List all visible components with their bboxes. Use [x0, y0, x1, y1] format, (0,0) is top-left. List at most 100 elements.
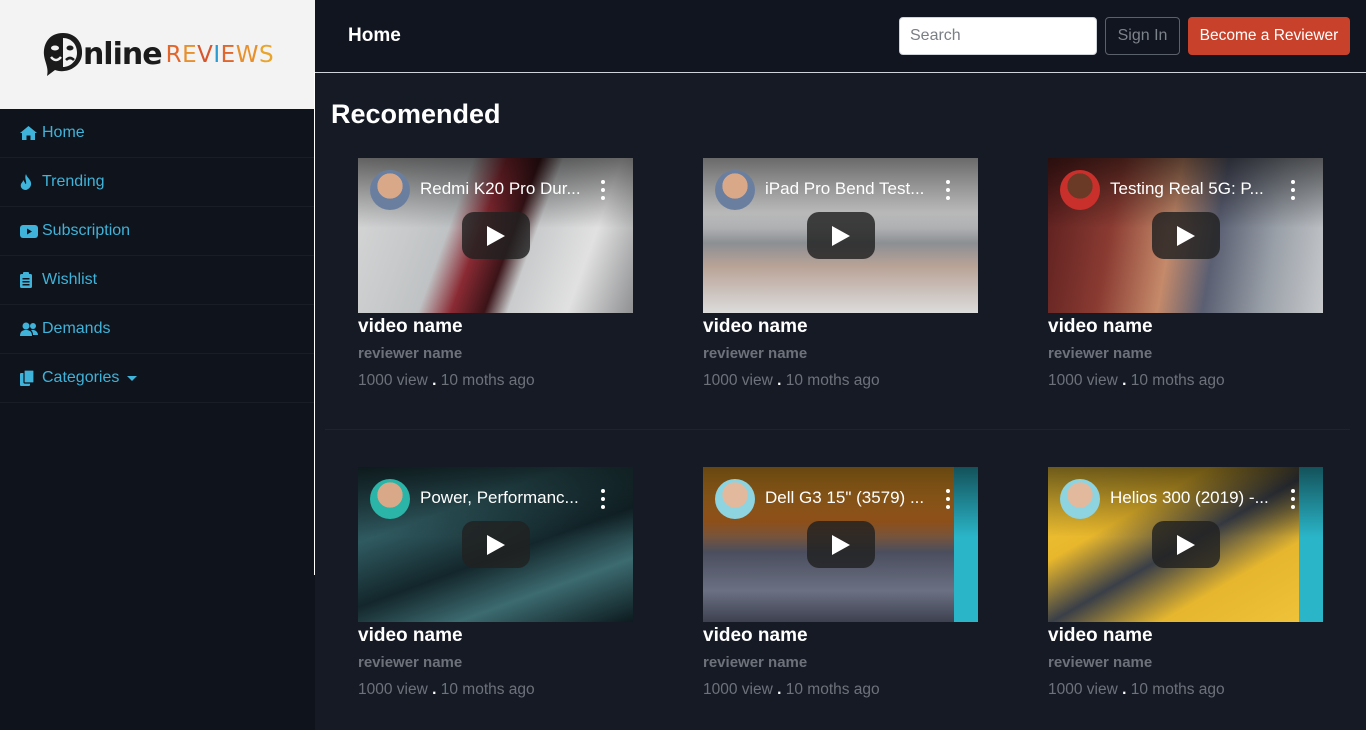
play-button[interactable] — [807, 212, 875, 259]
thumbnail-title[interactable]: Redmi K20 Pro Dur... — [420, 179, 596, 199]
channel-avatar[interactable] — [715, 479, 755, 519]
sidebar-item-demands[interactable]: Demands — [0, 305, 315, 354]
reviewer-name[interactable]: reviewer name — [703, 654, 978, 671]
more-options-icon[interactable] — [597, 489, 609, 509]
video-title[interactable]: video name — [358, 625, 633, 647]
youtube-icon — [20, 224, 38, 238]
thumbnail-title[interactable]: Power, Performanc... — [420, 488, 596, 508]
thumbnail-title[interactable]: Helios 300 (2019) -... — [1110, 488, 1286, 508]
channel-avatar[interactable] — [715, 170, 755, 210]
become-reviewer-button[interactable]: Become a Reviewer — [1188, 17, 1350, 55]
row-divider — [325, 429, 1350, 430]
sidebar-item-label: Categories — [42, 369, 120, 386]
sign-in-button[interactable]: Sign In — [1105, 17, 1180, 55]
play-button[interactable] — [462, 212, 530, 259]
channel-avatar[interactable] — [1060, 479, 1100, 519]
view-count: 1000 view — [358, 372, 428, 389]
reviewer-name[interactable]: reviewer name — [358, 345, 633, 362]
video-title[interactable]: video name — [358, 316, 633, 338]
home-icon — [20, 126, 38, 140]
video-thumbnail[interactable]: Testing Real 5G: P... — [1048, 158, 1323, 313]
video-thumbnail[interactable]: Power, Performanc... — [358, 467, 633, 622]
video-thumbnail[interactable]: Redmi K20 Pro Dur... — [358, 158, 633, 313]
meta-separator: . — [432, 681, 437, 698]
video-title[interactable]: video name — [703, 625, 978, 647]
view-count: 1000 view — [1048, 681, 1118, 698]
meta-separator: . — [1122, 372, 1127, 389]
play-button[interactable] — [1152, 521, 1220, 568]
upload-age: 10 moths ago — [1130, 372, 1225, 389]
sidebar: nline REVIEWS Home Trending Subscription — [0, 0, 315, 730]
more-options-icon[interactable] — [1287, 180, 1299, 200]
users-icon — [20, 322, 38, 337]
view-count: 1000 view — [703, 681, 773, 698]
page-title[interactable]: Home — [348, 25, 401, 47]
video-meta: 1000 view . 10 moths ago — [358, 372, 633, 390]
play-button[interactable] — [462, 521, 530, 568]
search-input[interactable] — [899, 17, 1097, 55]
main-content: Recomended Redmi K20 Pro Dur... video na… — [315, 73, 1366, 730]
more-options-icon[interactable] — [942, 180, 954, 200]
video-meta: 1000 view . 10 moths ago — [703, 681, 978, 699]
upload-age: 10 moths ago — [785, 681, 880, 698]
meta-separator: . — [1122, 681, 1127, 698]
logo-text: nline — [82, 37, 163, 72]
play-icon — [1177, 534, 1195, 555]
play-icon — [832, 225, 850, 246]
sidebar-item-label: Wishlist — [42, 271, 98, 288]
video-thumbnail[interactable]: Helios 300 (2019) -... — [1048, 467, 1323, 622]
thumbnail-title[interactable]: iPad Pro Bend Test... — [765, 179, 941, 199]
logo-area[interactable]: nline REVIEWS — [0, 0, 315, 109]
section-title: Recomended — [331, 99, 501, 129]
video-title[interactable]: video name — [1048, 625, 1323, 647]
video-thumbnail[interactable]: iPad Pro Bend Test... — [703, 158, 978, 313]
play-icon — [1177, 225, 1195, 246]
video-thumbnail[interactable]: Dell G3 15" (3579) ... — [703, 467, 978, 622]
play-icon — [487, 534, 505, 555]
channel-avatar[interactable] — [370, 479, 410, 519]
reviewer-name[interactable]: reviewer name — [1048, 654, 1323, 671]
clipboard-icon — [20, 272, 38, 288]
mask-logo-icon — [43, 32, 83, 76]
sidebar-item-categories[interactable]: Categories — [0, 354, 315, 403]
video-title[interactable]: video name — [1048, 316, 1323, 338]
sidebar-item-wishlist[interactable]: Wishlist — [0, 256, 315, 305]
play-button[interactable] — [1152, 212, 1220, 259]
logo[interactable]: nline REVIEWS — [41, 30, 274, 80]
play-icon — [832, 534, 850, 555]
sidebar-item-label: Trending — [42, 173, 105, 190]
video-card[interactable]: Dell G3 15" (3579) ... video name review… — [703, 467, 978, 699]
sidebar-item-subscription[interactable]: Subscription — [0, 207, 315, 256]
sidebar-item-home[interactable]: Home — [0, 109, 315, 158]
thumbnail-title[interactable]: Testing Real 5G: P... — [1110, 179, 1286, 199]
video-card[interactable]: iPad Pro Bend Test... video name reviewe… — [703, 158, 978, 390]
video-card[interactable]: Testing Real 5G: P... video name reviewe… — [1048, 158, 1323, 390]
sidebar-item-trending[interactable]: Trending — [0, 158, 315, 207]
video-card[interactable]: Power, Performanc... video name reviewer… — [358, 467, 633, 699]
more-options-icon[interactable] — [597, 180, 609, 200]
meta-separator: . — [432, 372, 437, 389]
view-count: 1000 view — [358, 681, 428, 698]
thumbnail-title[interactable]: Dell G3 15" (3579) ... — [765, 488, 941, 508]
upload-age: 10 moths ago — [1130, 681, 1225, 698]
sidebar-item-label: Subscription — [42, 222, 131, 239]
reviewer-name[interactable]: reviewer name — [358, 654, 633, 671]
view-count: 1000 view — [703, 372, 773, 389]
reviewer-name[interactable]: reviewer name — [703, 345, 978, 362]
channel-avatar[interactable] — [370, 170, 410, 210]
sidebar-item-label: Home — [42, 124, 85, 141]
sidebar-nav: Home Trending Subscription Wishlist Dema… — [0, 109, 315, 403]
logo-subtext: REVIEWS — [165, 41, 275, 68]
reviewer-name[interactable]: reviewer name — [1048, 345, 1323, 362]
video-card[interactable]: Redmi K20 Pro Dur... video name reviewer… — [358, 158, 633, 390]
more-options-icon[interactable] — [942, 489, 954, 509]
video-title[interactable]: video name — [703, 316, 978, 338]
meta-separator: . — [777, 372, 782, 389]
video-card[interactable]: Helios 300 (2019) -... video name review… — [1048, 467, 1323, 699]
channel-avatar[interactable] — [1060, 170, 1100, 210]
more-options-icon[interactable] — [1287, 489, 1299, 509]
upload-age: 10 moths ago — [440, 681, 535, 698]
play-button[interactable] — [807, 521, 875, 568]
top-navbar: Home Sign In Become a Reviewer — [315, 0, 1366, 73]
meta-separator: . — [777, 681, 782, 698]
